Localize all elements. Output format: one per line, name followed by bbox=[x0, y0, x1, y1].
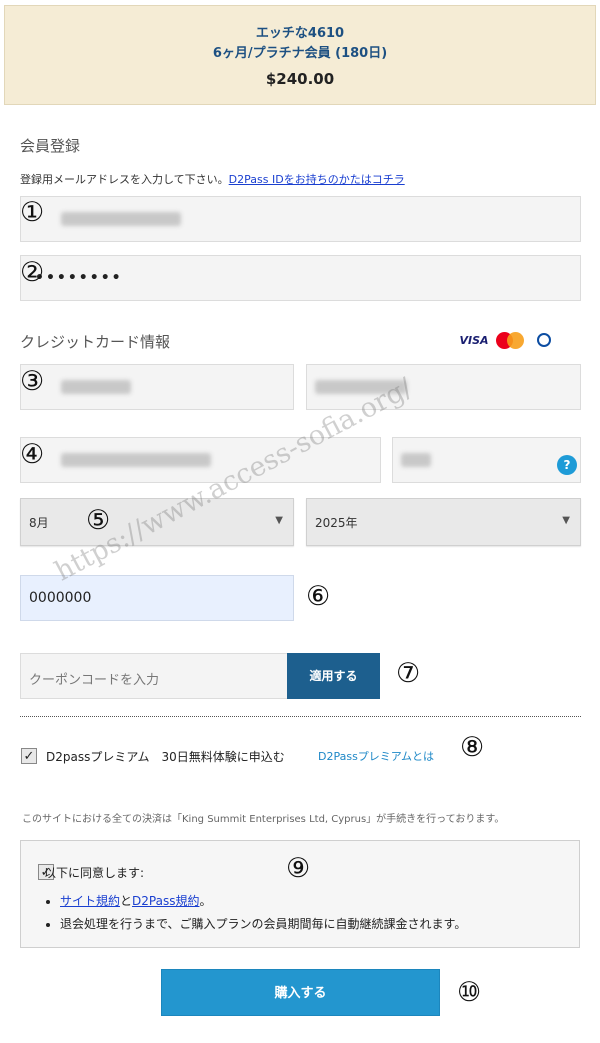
plan-price: $240.00 bbox=[265, 70, 335, 88]
coupon-placeholder: クーポンコードを入力 bbox=[29, 673, 160, 688]
apply-coupon-button[interactable]: 適用する bbox=[287, 653, 380, 699]
mastercard-icon bbox=[496, 331, 524, 349]
postal-code-value: 0000000 bbox=[29, 590, 92, 606]
and-text: と bbox=[120, 894, 133, 908]
premium-label: D2passプレミアム 30日無料体験に申込む bbox=[46, 750, 285, 764]
coupon-code-input[interactable]: クーポンコードを入力 bbox=[20, 653, 287, 699]
premium-info-link[interactable]: D2Passプレミアムとは bbox=[318, 748, 434, 764]
annotation-1: ① bbox=[20, 197, 45, 228]
first-name-blurred bbox=[61, 380, 131, 394]
site-terms-link[interactable]: サイト規約 bbox=[60, 894, 120, 908]
agreement-terms-list: サイト規約とD2Pass規約。 退会処理を行うまで、ご購入プランの会員期間毎に自… bbox=[60, 890, 466, 936]
registration-heading: 会員登録 bbox=[20, 137, 81, 155]
email-value-blurred bbox=[61, 212, 181, 226]
card-first-name-field[interactable] bbox=[20, 364, 294, 410]
registration-hint: 登録用メールアドレスを入力して下さい。D2Pass IDをお持ちのかたはコチラ bbox=[20, 171, 405, 187]
email-field[interactable] bbox=[20, 196, 581, 242]
divider bbox=[20, 716, 581, 717]
premium-checkbox[interactable]: ✓ bbox=[21, 748, 37, 764]
annotation-8: ⑧ bbox=[460, 732, 485, 763]
annotation-5: ⑤ bbox=[86, 505, 111, 536]
annotation-2: ② bbox=[20, 257, 45, 288]
chevron-down-icon: ▼ bbox=[275, 515, 283, 526]
expiry-year-value: 2025年 bbox=[315, 516, 358, 530]
expiry-year-select[interactable]: 2025年 ▼ bbox=[306, 498, 581, 546]
annotation-6: ⑥ bbox=[306, 581, 331, 612]
hint-text: 登録用メールアドレスを入力して下さい。 bbox=[20, 173, 229, 186]
purchase-button[interactable]: 購入する bbox=[161, 969, 440, 1016]
expiry-month-value: 8月 bbox=[29, 516, 49, 530]
d2pass-login-link[interactable]: D2Pass IDをお持ちのかたはコチラ bbox=[229, 173, 405, 186]
payment-notice: このサイトにおける全ての決済は「King Summit Enterprises … bbox=[22, 814, 505, 825]
plan-title: エッチな4610 bbox=[255, 26, 345, 41]
annotation-9: ⑨ bbox=[286, 853, 311, 884]
agree-label: 以下に同意します: bbox=[44, 866, 145, 880]
d2pass-terms-link[interactable]: D2Pass規約 bbox=[132, 894, 199, 908]
visa-icon: VISA bbox=[459, 333, 489, 347]
security-code-blurred bbox=[401, 453, 431, 467]
period-text: 。 bbox=[199, 894, 212, 908]
card-number-blurred bbox=[61, 453, 211, 467]
list-item: 退会処理を行うまで、ご購入プランの会員期間毎に自動継続課金されます。 bbox=[60, 913, 466, 936]
help-icon[interactable]: ? bbox=[557, 455, 577, 475]
credit-card-heading: クレジットカード情報 bbox=[20, 333, 171, 351]
annotation-4: ④ bbox=[20, 439, 45, 470]
chevron-down-icon: ▼ bbox=[562, 515, 570, 526]
list-item: サイト規約とD2Pass規約。 bbox=[60, 890, 466, 913]
card-brand-logos: VISA bbox=[458, 330, 584, 350]
annotation-3: ③ bbox=[20, 366, 45, 397]
annotation-10: ⑩ bbox=[457, 977, 482, 1008]
jcb-icon bbox=[564, 332, 584, 349]
password-field[interactable]: •••••••• bbox=[20, 255, 581, 301]
annotation-7: ⑦ bbox=[396, 658, 421, 689]
plan-summary: エッチな4610 6ヶ月/プラチナ会員 (180日) $240.00 bbox=[4, 5, 596, 105]
plan-subtitle: 6ヶ月/プラチナ会員 (180日) bbox=[212, 46, 388, 61]
password-value: •••••••• bbox=[35, 270, 123, 286]
security-code-field[interactable] bbox=[392, 437, 581, 483]
diners-club-icon bbox=[530, 332, 558, 349]
